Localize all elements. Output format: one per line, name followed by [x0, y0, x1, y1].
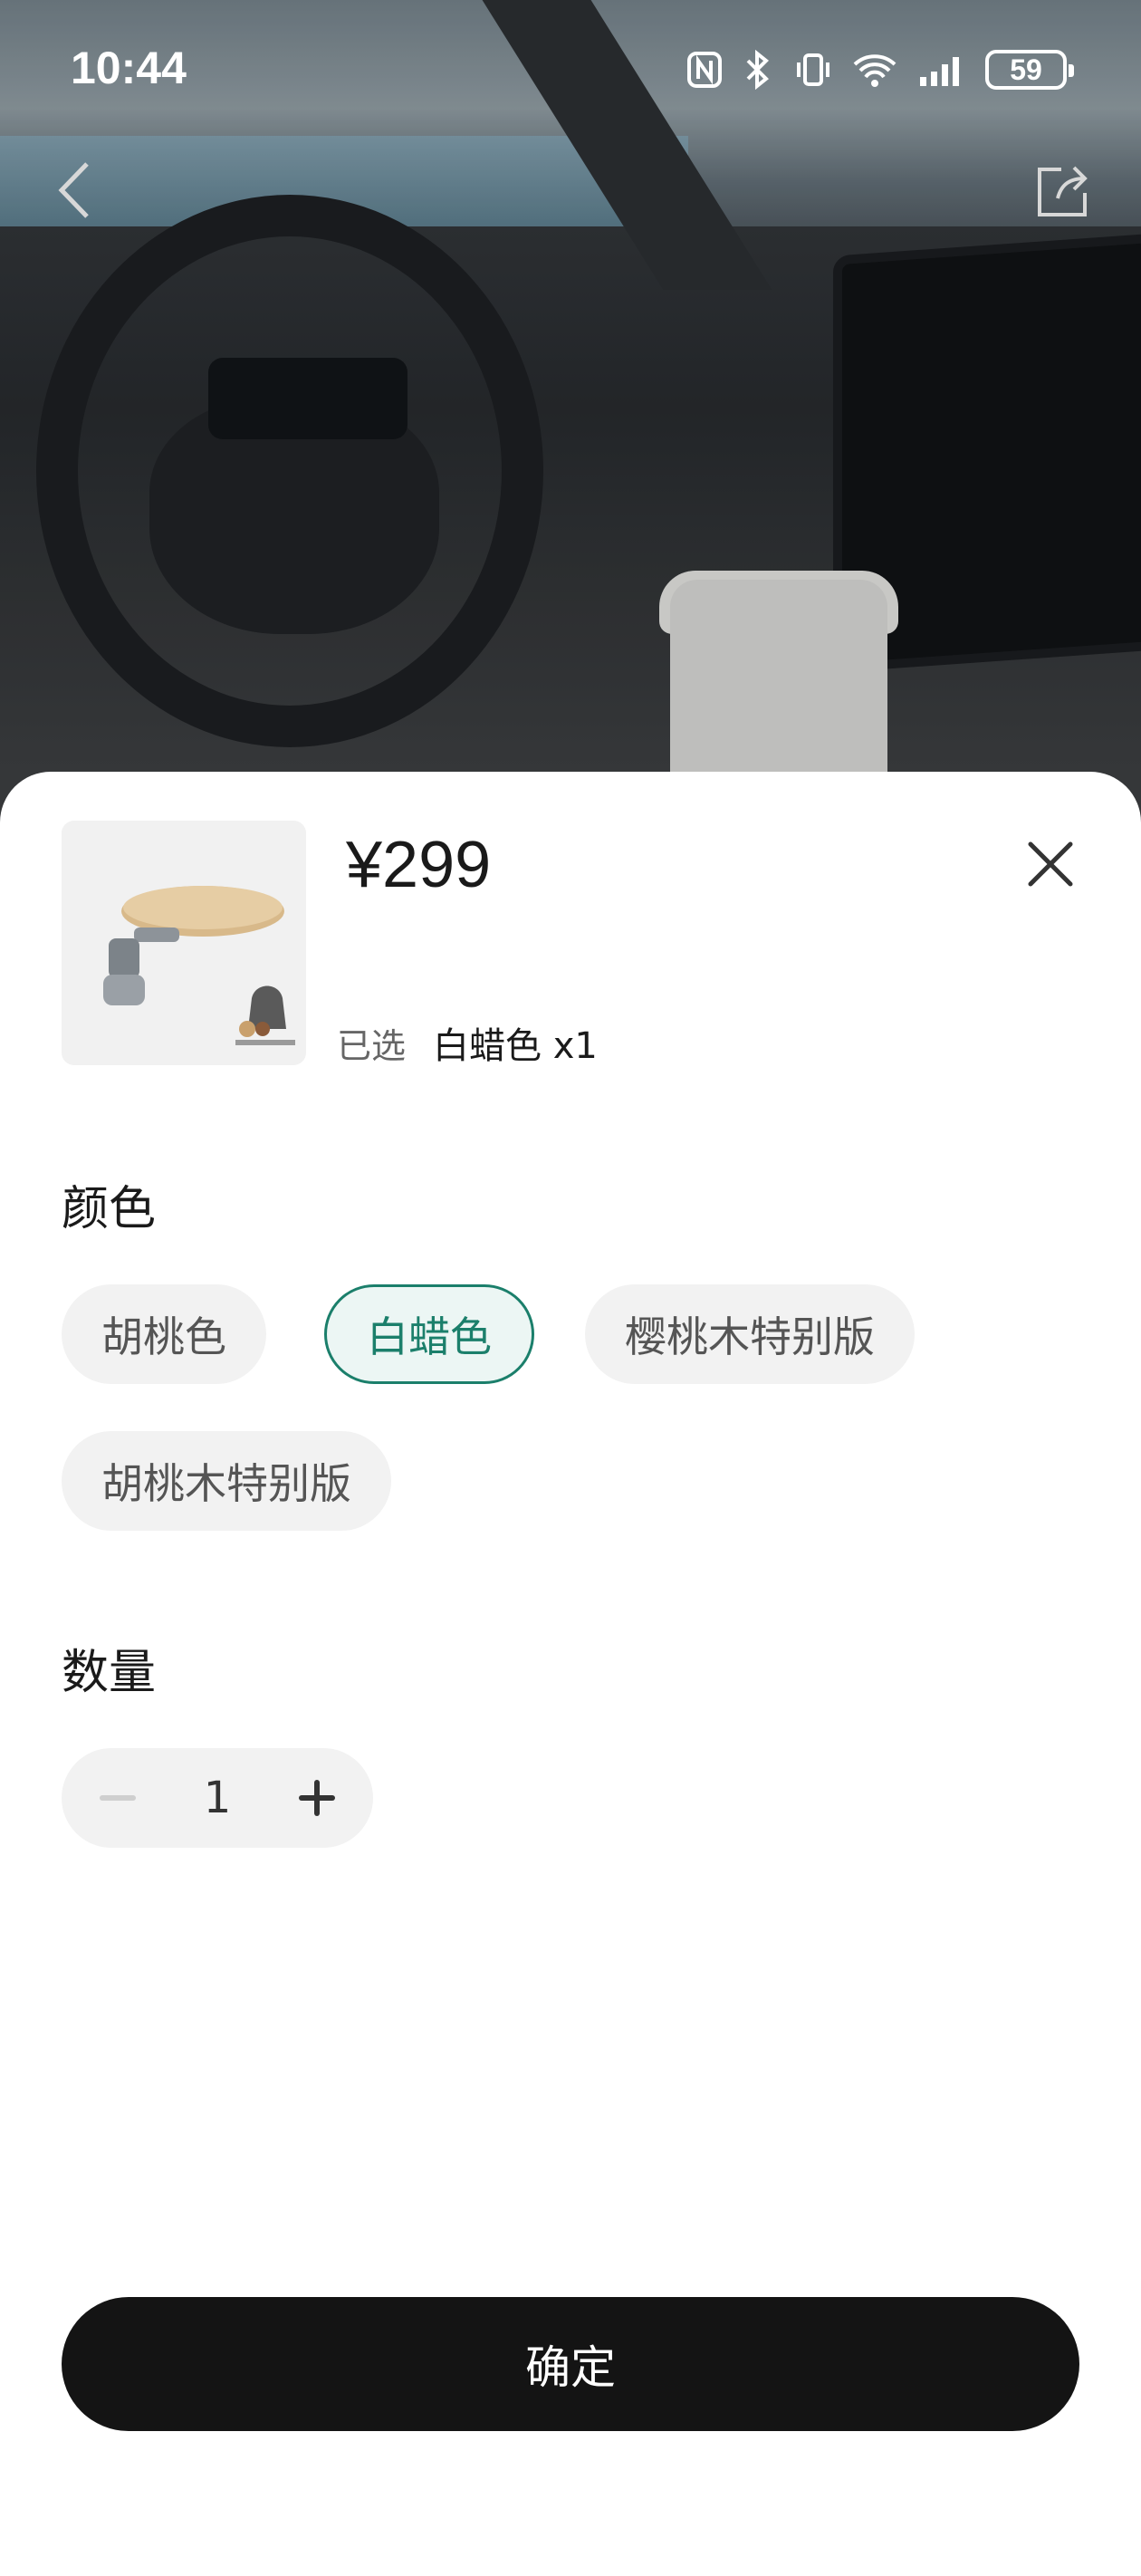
- price: ¥299: [346, 829, 492, 901]
- product-thumbnail: [62, 821, 306, 1065]
- selected-summary: 已选 白蜡色 x1: [337, 1016, 598, 1069]
- sku-selector-sheet: ¥299 已选 白蜡色 x1 颜色 胡桃色 白蜡色 樱桃木特别版 胡桃木特别版 …: [0, 772, 1141, 2576]
- selected-label: 已选: [337, 1026, 407, 1066]
- confirm-button[interactable]: 确定: [62, 2297, 1079, 2431]
- status-bar: 10:44 59: [0, 0, 1141, 145]
- quantity-value: 1: [203, 1773, 232, 1823]
- color-option-walnut[interactable]: 胡桃色: [62, 1284, 266, 1384]
- decrease-button[interactable]: [100, 1795, 136, 1801]
- color-option-ash-white[interactable]: 白蜡色: [324, 1284, 534, 1384]
- quantity-stepper: 1: [62, 1748, 373, 1848]
- status-time: 10:44: [71, 43, 187, 93]
- color-section-title: 颜色: [62, 1182, 157, 1236]
- signal-icon: [920, 57, 959, 86]
- status-icons: 59: [686, 47, 1074, 92]
- chevron-left-icon[interactable]: [47, 159, 101, 222]
- product-image: [62, 821, 306, 1065]
- selected-value: 白蜡色 x1: [433, 1025, 598, 1067]
- increase-button[interactable]: [298, 1780, 335, 1816]
- share-icon[interactable]: [1031, 159, 1094, 222]
- quantity-section-title: 数量: [62, 1646, 157, 1700]
- battery-icon: 59: [985, 50, 1074, 90]
- bluetooth-icon: [746, 50, 769, 90]
- color-option-cherry-special[interactable]: 樱桃木特别版: [585, 1284, 915, 1384]
- vibrate-icon: [797, 53, 829, 86]
- nfc-icon: [687, 52, 722, 88]
- color-option-walnut-special[interactable]: 胡桃木特别版: [62, 1431, 391, 1531]
- wifi-icon: [853, 54, 896, 87]
- close-icon[interactable]: [1021, 835, 1079, 893]
